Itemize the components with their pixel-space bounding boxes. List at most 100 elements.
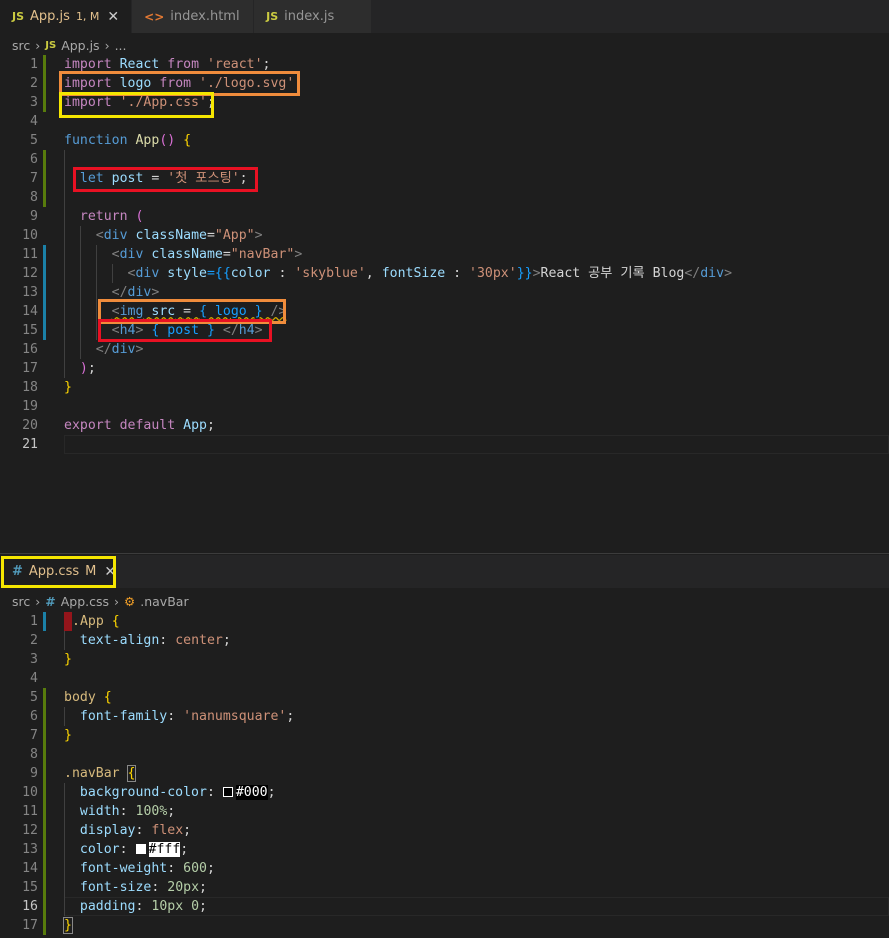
line-number: 8 (30, 747, 38, 762)
line-number: 5 (30, 133, 38, 148)
line-number: 2 (30, 633, 38, 648)
line-number: 5 (30, 690, 38, 705)
code-line: 4 (0, 669, 889, 688)
line-number: 18 (22, 380, 38, 395)
code-line: 5 function App() { (0, 131, 889, 150)
chevron-right-icon: › (114, 593, 120, 609)
editor-split-divider[interactable] (0, 553, 889, 554)
line-number: 10 (22, 785, 38, 800)
line-number: 17 (22, 918, 38, 933)
code-editor-app-css[interactable]: 1 .App { 2 text-align: center; 3} 4 5 body… (0, 612, 889, 935)
code-line: 6 (0, 150, 889, 169)
line-number: 6 (30, 709, 38, 724)
tab-app-css[interactable]: # App.css M ✕ (0, 555, 116, 588)
code-line: 7 let post = '첫 포스팅'; (0, 169, 889, 188)
tab-app-js[interactable]: JS App.js 1, M ✕ (0, 0, 133, 33)
line-number: 12 (22, 266, 38, 281)
tab-label: App.css (28, 564, 80, 579)
code-line: 12 display: flex; (0, 821, 889, 840)
line-number: 19 (22, 399, 38, 414)
tab-index-js[interactable]: JS index.js (254, 0, 373, 33)
tab-status: M (85, 564, 97, 579)
line-number: 10 (22, 228, 38, 243)
code-line: 1 .App { (0, 612, 889, 631)
css-file-icon: # (12, 564, 23, 579)
code-line: 12 <div style={{color : 'skyblue', fontS… (0, 264, 889, 283)
line-number: 17 (22, 361, 38, 376)
top-tab-bar: JS App.js 1, M ✕ <> index.html JS index.… (0, 0, 889, 33)
line-number: 3 (30, 95, 38, 110)
line-number: 13 (22, 285, 38, 300)
code-line: 8 (0, 188, 889, 207)
code-line: 13 </div> (0, 283, 889, 302)
breadcrumb-folder[interactable]: src (12, 38, 30, 53)
chevron-right-icon: › (35, 593, 41, 609)
code-line: 11 <div className="navBar"> (0, 245, 889, 264)
code-line: 8 (0, 745, 889, 764)
code-line: 6 font-family: 'nanumsquare'; (0, 707, 889, 726)
line-number: 11 (22, 804, 38, 819)
close-icon[interactable]: ✕ (107, 9, 119, 25)
javascript-file-icon: JS (12, 10, 25, 23)
code-line: 10 <div className="App"> (0, 226, 889, 245)
line-number: 3 (30, 652, 38, 667)
code-line: 16 padding: 10px 0; (0, 897, 889, 916)
line-number: 14 (22, 304, 38, 319)
line-number: 13 (22, 842, 38, 857)
line-number: 2 (30, 76, 38, 91)
line-number: 1 (30, 614, 38, 629)
code-line: 4 (0, 112, 889, 131)
code-line: 17 ); (0, 359, 889, 378)
javascript-file-icon: JS (266, 10, 279, 23)
code-line: 16 </div> (0, 340, 889, 359)
code-line: 7} (0, 726, 889, 745)
line-number: 6 (30, 152, 38, 167)
code-editor-app-js[interactable]: 1 import React from 'react'; 2 import logo… (0, 55, 889, 454)
code-line: 15 <h4> { post } </h4> (0, 321, 889, 340)
chevron-right-icon: › (35, 37, 41, 53)
tab-label: index.html (170, 9, 240, 24)
line-number: 9 (30, 209, 38, 224)
breadcrumb-folder[interactable]: src (12, 594, 30, 609)
line-number: 15 (22, 880, 38, 895)
css-file-icon: # (45, 593, 56, 609)
line-number: 16 (22, 342, 38, 357)
code-line: 2 import logo from './logo.svg'; (0, 74, 889, 93)
line-number: 20 (22, 418, 38, 433)
code-line: 9 return ( (0, 207, 889, 226)
code-line: 21 (0, 435, 889, 454)
breadcrumb: src › JS App.js › ... (0, 34, 132, 56)
breadcrumb: src › # App.css › ⚙ .navBar (0, 590, 194, 612)
code-line: 2 text-align: center; (0, 631, 889, 650)
line-number: 8 (30, 190, 38, 205)
code-line: 17} (0, 916, 889, 935)
breadcrumb-file[interactable]: App.css (61, 594, 109, 609)
code-line: 10 background-color: #000; (0, 783, 889, 802)
symbol-class-icon: ⚙ (124, 593, 136, 609)
code-line: 14 font-weight: 600; (0, 859, 889, 878)
line-number: 4 (30, 671, 38, 686)
code-line: 3 import './App.css'; (0, 93, 889, 112)
line-number: 16 (22, 899, 38, 914)
tab-label: index.js (284, 9, 335, 24)
code-line: 1 import React from 'react'; (0, 55, 889, 74)
bottom-tab-bar: # App.css M ✕ (0, 555, 889, 588)
line-number: 1 (30, 57, 38, 72)
tab-label: App.js (30, 9, 70, 24)
breadcrumb-more[interactable]: ... (115, 38, 127, 53)
close-icon[interactable]: ✕ (104, 564, 116, 580)
code-line: 20 export default App; (0, 416, 889, 435)
code-line: 18} (0, 378, 889, 397)
breadcrumb-symbol[interactable]: .navBar (140, 594, 188, 609)
line-number: 12 (22, 823, 38, 838)
code-line: 3} (0, 650, 889, 669)
code-line: 11 width: 100%; (0, 802, 889, 821)
line-number: 4 (30, 114, 38, 129)
color-swatch-white[interactable] (135, 844, 146, 854)
color-swatch-black[interactable] (222, 787, 233, 797)
code-line: 13 color: #fff; (0, 840, 889, 859)
code-line: 15 font-size: 20px; (0, 878, 889, 897)
breadcrumb-file[interactable]: App.js (61, 38, 99, 53)
tab-index-html[interactable]: <> index.html (132, 0, 255, 33)
code-line: 14 <img src = { logo } /> (0, 302, 889, 321)
